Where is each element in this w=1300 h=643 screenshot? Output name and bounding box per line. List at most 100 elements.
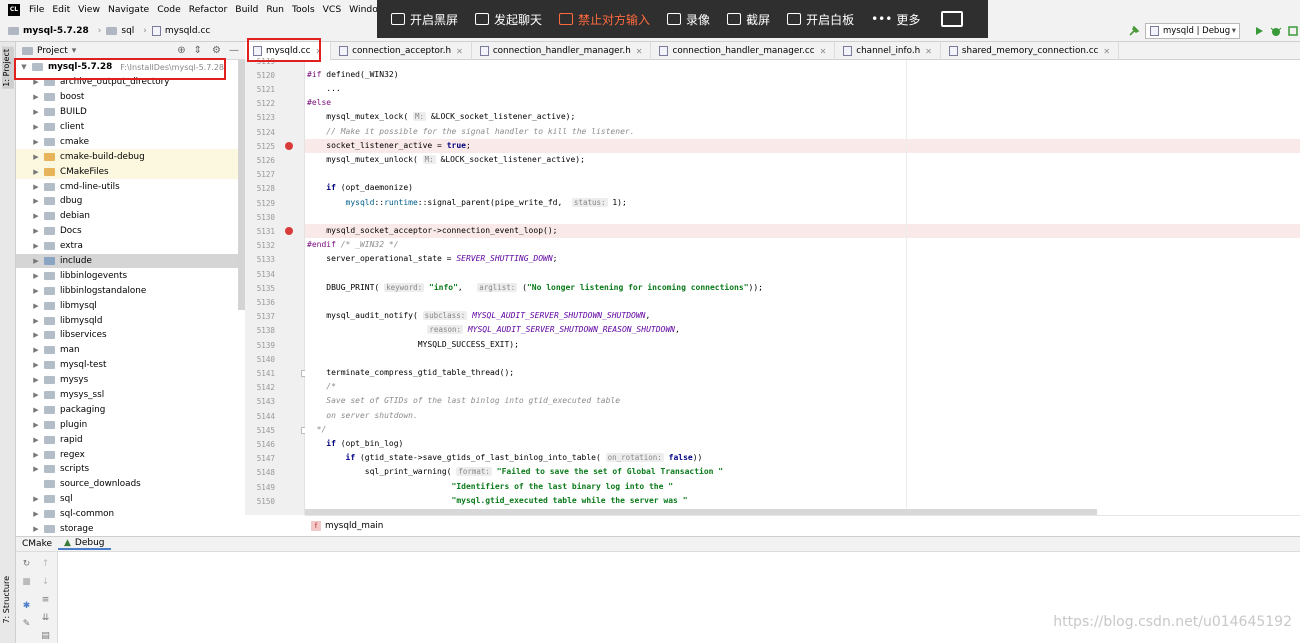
tree-item[interactable]: ▶ sql xyxy=(16,492,245,507)
watermark: https://blog.csdn.net/u014645192 xyxy=(1053,614,1292,630)
tree-item[interactable]: ▶ regex xyxy=(16,447,245,462)
coverage-icon[interactable] xyxy=(1287,25,1299,37)
print-icon[interactable]: ▤ xyxy=(41,632,50,641)
breadcrumb-function[interactable]: mysqld_main xyxy=(325,521,383,531)
arrow-down-icon[interactable]: ↓ xyxy=(41,578,50,587)
tree-item[interactable]: ▶ BUILD xyxy=(16,105,245,120)
tree-item[interactable]: ▶ sql-common xyxy=(16,507,245,522)
tree-item[interactable]: ▶ cmd-line-utils xyxy=(16,179,245,194)
gear-icon[interactable]: ⚙ xyxy=(212,45,221,56)
breadcrumb-sql[interactable]: sql xyxy=(106,26,134,36)
code-editor[interactable]: #if defined(_WIN32) ... #else mysql_mutex… xyxy=(305,60,1300,515)
close-icon[interactable]: ✕ xyxy=(1103,47,1110,56)
menu-file[interactable]: File xyxy=(25,0,48,20)
menu-refactor[interactable]: Refactor xyxy=(185,0,232,20)
tree-item[interactable]: ▶ plugin xyxy=(16,417,245,432)
project-tool-tab[interactable]: 1: Project xyxy=(2,47,14,89)
menu-vcs[interactable]: VCS xyxy=(319,0,346,20)
close-icon[interactable]: ✕ xyxy=(925,47,932,56)
tree-item[interactable]: ▶ extra xyxy=(16,239,245,254)
code-line: DBUG_PRINT( keyword: "info", arglist: ("… xyxy=(305,281,1300,295)
tree-item[interactable]: ▶ mysql-test xyxy=(16,358,245,373)
more-button[interactable]: ••• 更多 xyxy=(871,11,920,28)
tree-item[interactable]: ▶ man xyxy=(16,343,245,358)
tree-item[interactable]: ▶ storage xyxy=(16,522,245,536)
rerun-icon[interactable]: ↻ xyxy=(22,560,31,569)
pin-icon[interactable]: ✎ xyxy=(22,620,31,629)
code-line: MYSQLD_SUCCESS_EXIT); xyxy=(305,338,1300,352)
tree-item[interactable]: ▶ libbinlogstandalone xyxy=(16,283,245,298)
tree-item[interactable]: ▶ boost xyxy=(16,90,245,105)
record-button[interactable]: 录像 xyxy=(667,11,710,28)
tab-channel-info-h[interactable]: channel_info.h ✕ xyxy=(835,42,941,60)
screenshot-button[interactable]: 截屏 xyxy=(727,11,770,28)
tab-cmake[interactable]: CMake xyxy=(16,539,58,549)
tree-item[interactable]: ▶ scripts xyxy=(16,462,245,477)
tab-debug[interactable]: ▲ Debug xyxy=(58,538,111,550)
menu-view[interactable]: View xyxy=(74,0,104,20)
tree-item-label: dbug xyxy=(60,196,83,207)
tree-item[interactable]: ▶ rapid xyxy=(16,432,245,447)
breakpoint-icon[interactable] xyxy=(285,142,293,151)
tree-item[interactable]: ▶ CMakeFiles xyxy=(16,164,245,180)
chevron-right-icon: ▶ xyxy=(33,137,39,146)
menu-tools[interactable]: Tools xyxy=(288,0,319,20)
menu-build[interactable]: Build xyxy=(231,0,262,20)
arrow-up-icon[interactable]: ↑ xyxy=(41,560,50,569)
tree-item[interactable]: ▶ libmysql xyxy=(16,298,245,313)
tree-item[interactable]: ▶ cmake xyxy=(16,134,245,149)
breadcrumb-project[interactable]: mysql-5.7.28 xyxy=(8,26,89,36)
debug-bug-icon[interactable] xyxy=(1270,25,1282,37)
tab-connection-acceptor-h[interactable]: connection_acceptor.h ✕ xyxy=(331,42,472,60)
whiteboard-icon xyxy=(787,13,802,25)
block-input-button[interactable]: 禁止对方输入 xyxy=(559,11,650,28)
tree-item[interactable]: ▶ libmysqld xyxy=(16,313,245,328)
structure-tool-tab[interactable]: 7: Structure xyxy=(2,576,11,624)
fullscreen-icon[interactable] xyxy=(941,11,964,27)
hide-icon[interactable]: — xyxy=(229,45,239,56)
whiteboard-button[interactable]: 开启白板 xyxy=(787,11,854,28)
run-config-select[interactable]: mysqld | Debug ▾ xyxy=(1145,23,1240,39)
tree-item[interactable]: ▶ libservices xyxy=(16,328,245,343)
menu-navigate[interactable]: Navigate xyxy=(104,0,153,20)
tree-item[interactable]: ▶ include xyxy=(16,253,245,269)
close-icon[interactable]: ✕ xyxy=(820,47,827,56)
tree-item[interactable]: ▶ libbinlogevents xyxy=(16,268,245,283)
tab-shared-memory-connection-cc[interactable]: shared_memory_connection.cc ✕ xyxy=(941,42,1120,60)
debug-icon: ▲ xyxy=(64,538,71,548)
tree-item[interactable]: ▶ cmake-build-debug xyxy=(16,149,245,165)
code-token: if xyxy=(326,438,336,448)
tree-item[interactable]: ▶ dbug xyxy=(16,194,245,209)
tree-item[interactable]: ▶ mysys_ssl xyxy=(16,388,245,403)
close-icon[interactable]: ✕ xyxy=(456,47,463,56)
breakpoint-icon[interactable] xyxy=(285,227,293,236)
collapse-icon[interactable]: ⇕ xyxy=(194,45,202,56)
project-view-selector[interactable]: Project xyxy=(37,46,68,56)
chevron-down-icon[interactable]: ▾ xyxy=(72,46,77,56)
tab-connection-handler-manager-cc[interactable]: connection_handler_manager.cc ✕ xyxy=(651,42,836,60)
tree-item[interactable]: ▶ packaging xyxy=(16,402,245,417)
close-icon[interactable]: ✕ xyxy=(636,47,643,56)
chat-button[interactable]: 发起聊天 xyxy=(475,11,542,28)
tree-item[interactable]: ▶ debian xyxy=(16,209,245,224)
code-token: )) xyxy=(692,453,703,463)
scroll-end-icon[interactable]: ⇊ xyxy=(41,614,50,623)
menu-run[interactable]: Run xyxy=(262,0,288,20)
settings-icon[interactable]: ✱ xyxy=(22,602,31,611)
tree-item[interactable]: ▶ mysys xyxy=(16,373,245,388)
menu-edit[interactable]: Edit xyxy=(48,0,74,20)
tab-connection-handler-manager-h[interactable]: connection_handler_manager.h ✕ xyxy=(472,42,652,60)
header-file-icon xyxy=(339,46,349,56)
soft-wrap-icon[interactable]: ≡ xyxy=(41,596,50,605)
tree-item[interactable]: source_downloads xyxy=(16,477,245,492)
run-icon[interactable] xyxy=(1254,26,1264,36)
stop-icon[interactable]: ■ xyxy=(22,578,31,587)
black-screen-button[interactable]: 开启黑屏 xyxy=(391,11,458,28)
locate-icon[interactable]: ⊕ xyxy=(177,45,185,56)
tree-item[interactable]: ▶ Docs xyxy=(16,224,245,239)
project-scrollbar[interactable] xyxy=(238,60,245,310)
menu-code[interactable]: Code xyxy=(153,0,185,20)
breadcrumb-file[interactable]: mysqld.cc xyxy=(151,25,210,36)
build-hammer-icon[interactable] xyxy=(1128,25,1140,37)
tree-item[interactable]: ▶ client xyxy=(16,120,245,135)
